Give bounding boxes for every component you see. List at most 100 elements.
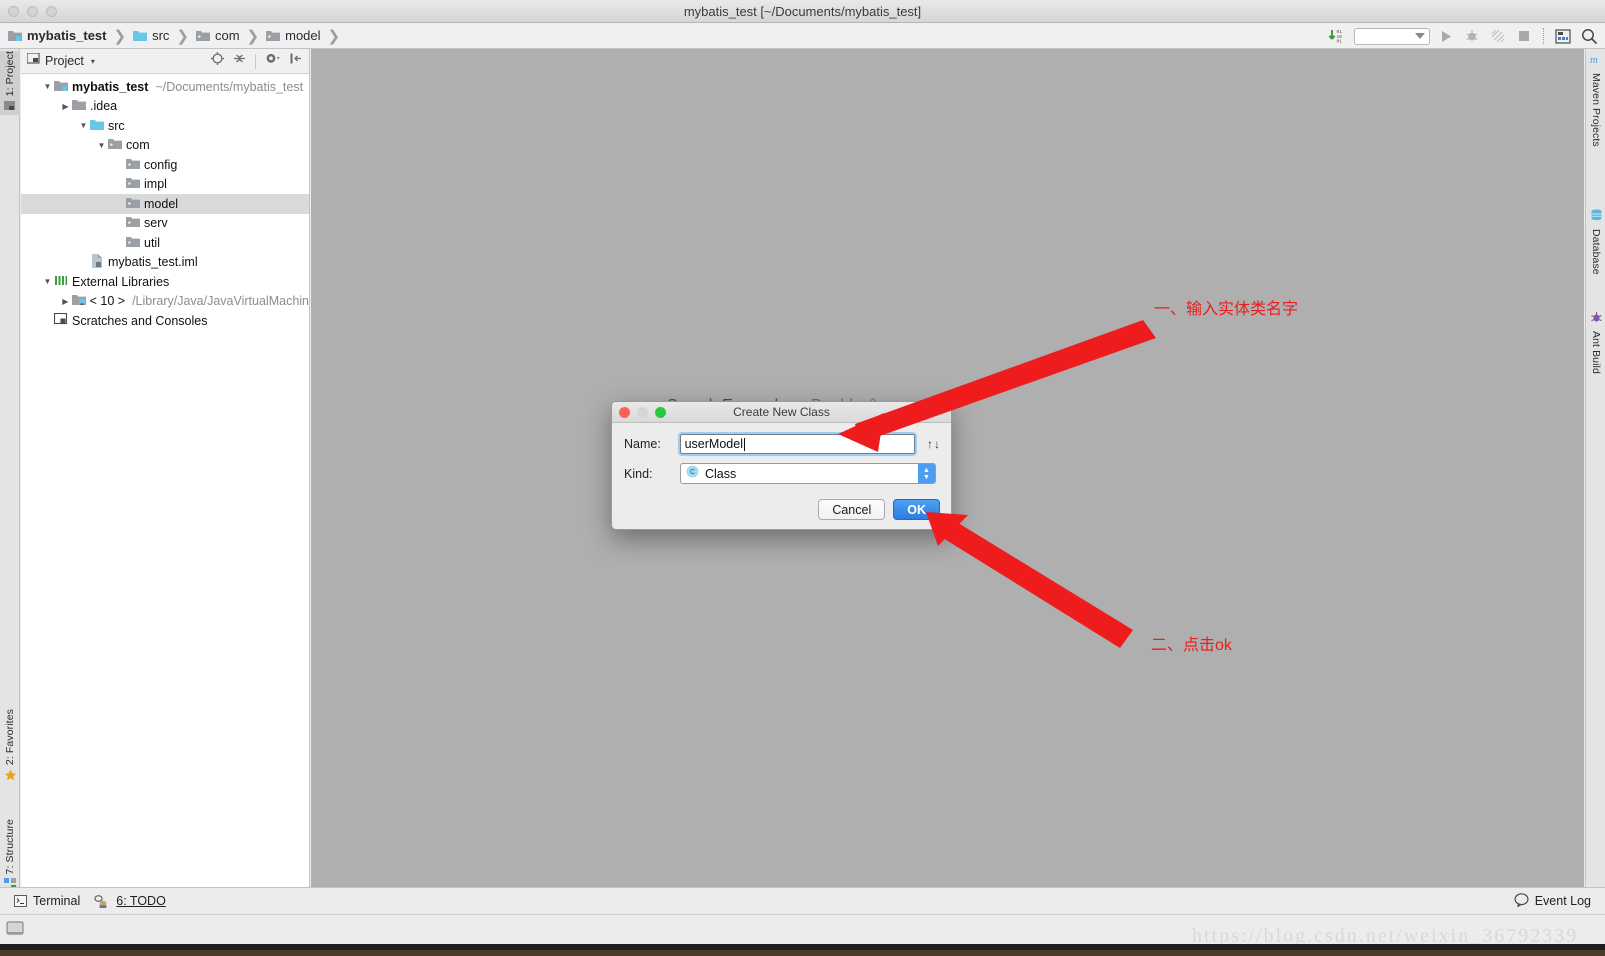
- ui-designer-icon[interactable]: [1553, 26, 1573, 46]
- dialog-zoom-icon[interactable]: [655, 407, 666, 418]
- run-toolbar: 01 10 01: [1328, 23, 1599, 49]
- class-name-input-value: userModel: [684, 437, 743, 451]
- twisty-expanded-icon[interactable]: ▼: [77, 121, 90, 130]
- search-icon[interactable]: [1579, 26, 1599, 46]
- name-field-row: Name: userModel ↑↓: [624, 432, 941, 456]
- stop-icon[interactable]: [1514, 26, 1534, 46]
- sidebar-item-project[interactable]: 1: Project: [0, 51, 20, 116]
- status-item-todo[interactable]: 6: TODO: [94, 894, 166, 908]
- tree-node-label: mybatis_test: [72, 79, 149, 94]
- class-icon: C: [686, 465, 699, 483]
- collapse-all-icon[interactable]: [233, 52, 246, 70]
- maximize-window-icon[interactable]: [46, 6, 57, 17]
- dialog-title: Create New Class: [733, 405, 830, 419]
- tree-row-jdk[interactable]: ▶ < 10 > /Library/Java/JavaVirtualMachin: [21, 292, 309, 312]
- tree-row-util[interactable]: util: [21, 233, 309, 253]
- sidebar-item-structure[interactable]: 7: Structure: [0, 819, 20, 894]
- sidebar-item-database[interactable]: Database: [1586, 209, 1605, 275]
- desktop-strip: [0, 950, 1605, 956]
- kind-select[interactable]: C Class ▲ ▼: [680, 463, 936, 484]
- twisty-collapsed-icon[interactable]: ▶: [59, 102, 72, 111]
- tree-row-com[interactable]: ▼ com: [21, 136, 309, 156]
- tree-row-config[interactable]: config: [21, 155, 309, 175]
- breadcrumb-item-mybatis_test[interactable]: mybatis_test: [8, 28, 106, 43]
- locate-icon[interactable]: [211, 52, 224, 70]
- tree-row-impl[interactable]: impl: [21, 175, 309, 195]
- package-folder-icon: [195, 29, 210, 42]
- status-item-terminal[interactable]: Terminal: [14, 894, 80, 908]
- cancel-button[interactable]: Cancel: [818, 499, 886, 520]
- right-rail-label: Ant Build: [1590, 331, 1602, 374]
- tree-node-label: util: [144, 235, 160, 250]
- tree-row-external-libraries[interactable]: ▼ External Libraries: [21, 272, 309, 292]
- package-icon: [108, 137, 122, 153]
- window-traffic-lights[interactable]: [8, 6, 57, 17]
- chevron-down-icon: [1415, 33, 1425, 39]
- minimize-window-icon[interactable]: [27, 6, 38, 17]
- tree-node-label: model: [144, 196, 179, 211]
- twisty-expanded-icon[interactable]: ▼: [41, 82, 54, 91]
- chevron-down-icon[interactable]: ▾: [91, 57, 95, 66]
- status-item-label: 6: TODO: [116, 894, 166, 908]
- svg-text:01: 01: [1337, 39, 1343, 45]
- kind-field-label: Kind:: [624, 466, 653, 481]
- run-with-coverage-icon[interactable]: [1488, 26, 1508, 46]
- svg-text:C: C: [690, 469, 695, 476]
- tree-node-label: serv: [144, 216, 168, 231]
- breadcrumb-item-src[interactable]: src: [133, 28, 169, 43]
- sidebar-item-ant-build[interactable]: Ant Build: [1586, 311, 1605, 374]
- tree-row-src[interactable]: ▼ src: [21, 116, 309, 136]
- tree-node-label: External Libraries: [72, 274, 170, 289]
- package-icon: [126, 176, 140, 192]
- debug-icon[interactable]: [1462, 26, 1482, 46]
- run-configuration-select[interactable]: [1354, 27, 1430, 45]
- stepper-arrows-icon[interactable]: ▲ ▼: [918, 464, 935, 483]
- history-updown-icon[interactable]: ↑↓: [927, 437, 941, 451]
- tree-row-mybatis_test[interactable]: ▼ mybatis_test ~/Documents/mybatis_test: [21, 77, 309, 97]
- twisty-expanded-icon[interactable]: ▼: [41, 277, 54, 286]
- sidebar-item-favorites[interactable]: 2: Favorites: [0, 709, 20, 785]
- package-icon: [126, 196, 140, 212]
- breadcrumb-item-model[interactable]: model: [266, 28, 321, 43]
- hide-panel-icon[interactable]: [290, 52, 303, 70]
- package-icon: [126, 215, 140, 231]
- dialog-title-bar: Create New Class: [612, 402, 951, 423]
- source-folder-icon: [90, 118, 104, 134]
- status-item-event-log[interactable]: Event Log: [1514, 892, 1591, 910]
- dialog-minimize-icon: [637, 407, 648, 418]
- iml-file-icon: [90, 253, 104, 271]
- close-window-icon[interactable]: [8, 6, 19, 17]
- ok-button[interactable]: OK: [893, 499, 940, 520]
- twisty-collapsed-icon[interactable]: ▶: [59, 297, 72, 306]
- screen-dock-icon[interactable]: [6, 921, 24, 942]
- breadcrumb-item-com[interactable]: com: [195, 28, 240, 43]
- sidebar-item-maven-projects[interactable]: m Maven Projects: [1586, 53, 1605, 147]
- right-rail-label: Database: [1590, 229, 1602, 275]
- tree-node-label: mybatis_test.iml: [108, 255, 198, 270]
- todo-icon: [94, 894, 110, 908]
- settings-gear-icon[interactable]: [265, 52, 281, 70]
- tree-row-idea[interactable]: ▶ .idea: [21, 97, 309, 117]
- project-tree: ▼ mybatis_test ~/Documents/mybatis_test …: [21, 74, 309, 331]
- terminal-icon: [14, 895, 27, 907]
- text-caret: [743, 437, 745, 451]
- tree-row-iml-file[interactable]: mybatis_test.iml: [21, 253, 309, 273]
- navigation-bar: mybatis_test ❯ src ❯ com ❯ model ❯ 01 10…: [0, 23, 1605, 49]
- create-new-class-dialog[interactable]: Create New Class Name: userModel ↑↓ Kind…: [611, 401, 952, 530]
- right-tool-rail: m Maven Projects Database Ant Build: [1585, 49, 1605, 887]
- download-binary-icon[interactable]: 01 10 01: [1328, 26, 1348, 46]
- tree-row-serv[interactable]: serv: [21, 214, 309, 234]
- right-rail-label: Maven Projects: [1590, 73, 1602, 147]
- twisty-expanded-icon[interactable]: ▼: [95, 141, 108, 150]
- run-icon[interactable]: [1436, 26, 1456, 46]
- tree-row-model[interactable]: model: [21, 194, 309, 214]
- annotation-label-step-2: 二、点击ok: [1151, 637, 1232, 654]
- intellij-idea-window: mybatis_test [~/Documents/mybatis_test] …: [0, 0, 1605, 956]
- class-name-input[interactable]: userModel: [677, 432, 918, 456]
- tree-row-scratches-and-consoles[interactable]: Scratches and Consoles: [21, 311, 309, 331]
- toolbar-divider: [1543, 28, 1544, 44]
- libraries-icon: [54, 274, 68, 290]
- dialog-close-icon[interactable]: [619, 407, 630, 418]
- dialog-traffic-lights[interactable]: [619, 407, 666, 418]
- annotation-label-step-1: 一、输入实体类名字: [1154, 301, 1299, 318]
